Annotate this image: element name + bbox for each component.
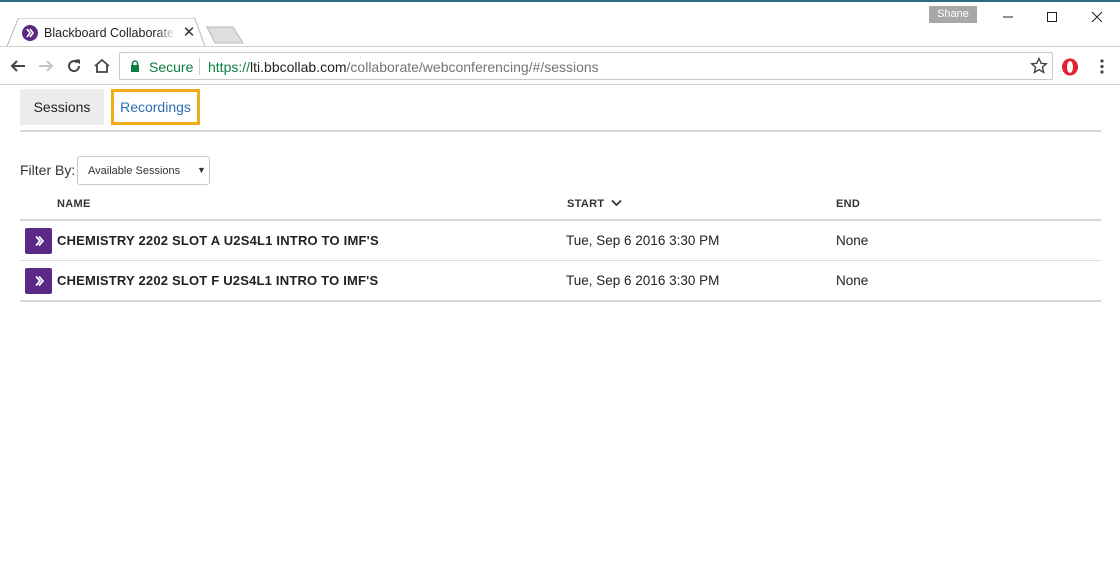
back-icon[interactable] (8, 56, 28, 76)
secure-label: Secure (149, 59, 194, 75)
column-header-name: NAME (57, 198, 91, 210)
new-tab-button[interactable] (206, 26, 244, 44)
url-scheme: https:// (208, 59, 251, 75)
filter-selected-value: Available Sessions (88, 165, 181, 177)
session-start: Tue, Sep 6 2016 3:30 PM (566, 233, 720, 248)
filter-select[interactable]: Available Sessions ▼ (77, 156, 210, 185)
column-header-end: END (836, 198, 861, 210)
home-icon[interactable] (92, 56, 112, 76)
session-join-icon[interactable] (25, 268, 52, 294)
session-name[interactable]: CHEMISTRY 2202 SLOT F U2S4L1 INTRO TO IM… (57, 273, 378, 288)
lock-icon (131, 60, 139, 72)
tab-close-icon[interactable]: ✕ (182, 24, 196, 42)
address-bar[interactable]: Secure https://lti.bbcollab.com/collabor… (119, 52, 1053, 80)
forward-icon[interactable] (36, 56, 56, 76)
sessions-table: NAME START END CHEMISTRY 2202 SLOT A U2S… (20, 190, 1101, 302)
url-text[interactable]: https://lti.bbcollab.com/collaborate/web… (208, 59, 599, 75)
browser-tab[interactable]: Blackboard Collaborate Web Conferencing … (6, 18, 206, 49)
session-end: None (836, 233, 869, 248)
session-join-icon[interactable] (25, 228, 52, 254)
minimize-icon[interactable] (985, 6, 1031, 28)
browser-titlebar: Blackboard Collaborate Web Conferencing … (0, 2, 1120, 49)
omnibox-divider (199, 58, 200, 75)
filter-label: Filter By: (20, 162, 76, 178)
column-header-start[interactable]: START (567, 198, 622, 210)
url-path: /collaborate/webconferencing/#/sessions (346, 59, 599, 75)
page-tabs: Sessions Recordings (20, 89, 1101, 132)
tab-recordings[interactable]: Recordings (111, 89, 200, 125)
session-name[interactable]: CHEMISTRY 2202 SLOT A U2S4L1 INTRO TO IM… (57, 233, 379, 248)
dropdown-caret-icon: ▼ (197, 165, 206, 175)
close-icon[interactable] (1074, 6, 1120, 28)
table-row[interactable]: CHEMISTRY 2202 SLOT F U2S4L1 INTRO TO IM… (20, 261, 1101, 302)
menu-icon[interactable] (1097, 58, 1107, 75)
table-row[interactable]: CHEMISTRY 2202 SLOT A U2S4L1 INTRO TO IM… (20, 221, 1101, 261)
browser-toolbar: Secure https://lti.bbcollab.com/collabor… (0, 46, 1120, 85)
opera-icon[interactable] (1061, 58, 1079, 76)
blackboard-favicon-icon (22, 25, 38, 41)
session-start: Tue, Sep 6 2016 3:30 PM (566, 273, 720, 288)
sort-chevron-down-icon (611, 199, 622, 207)
column-header-start-label: START (567, 198, 605, 210)
maximize-icon[interactable] (1029, 6, 1075, 28)
tab-sessions[interactable]: Sessions (20, 89, 104, 125)
reload-icon[interactable] (64, 56, 84, 76)
table-header: NAME START END (20, 190, 1101, 221)
session-end: None (836, 273, 869, 288)
star-icon[interactable] (1030, 57, 1048, 75)
url-host: lti.bbcollab.com (250, 59, 347, 75)
tab-title: Blackboard Collaborate Web Conferencing (44, 26, 176, 40)
profile-badge[interactable]: Shane (929, 6, 977, 23)
